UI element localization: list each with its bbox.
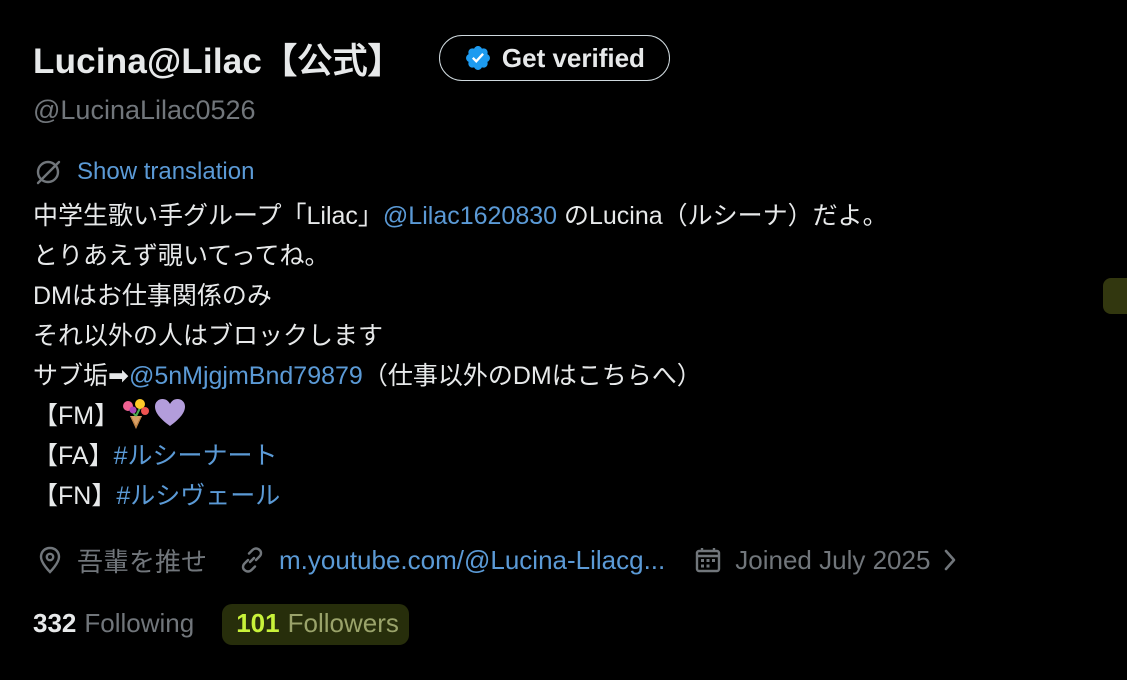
bio-line-6: 【FM】 xyxy=(33,396,1113,436)
translation-row: Show translation xyxy=(33,154,1113,190)
user-handle: @LucinaLilac0526 xyxy=(33,95,256,125)
show-translation-link[interactable]: Show translation xyxy=(77,158,254,186)
joined-date[interactable]: Joined July 2025 xyxy=(693,545,960,576)
hashtag-link[interactable]: #ルシーナート xyxy=(114,442,278,470)
translate-icon xyxy=(33,157,63,187)
followers-count: 101 xyxy=(236,607,280,638)
profile-meta: 吾輩を推せ m.youtube.com/@Lucina-Lilacg... Jo… xyxy=(35,540,960,580)
bio: 中学生歌い手グループ「Lilac」@Lilac1620830 のLucina（ル… xyxy=(33,196,1113,516)
bio-text: 中学生歌い手グループ「Lilac」 xyxy=(33,202,383,230)
hashtag-link[interactable]: #ルシヴェール xyxy=(116,482,280,510)
bio-text: 【FN】 xyxy=(33,482,117,510)
bio-text: のLucina（ルシーナ）だよ。 xyxy=(557,202,888,230)
following-label: Following xyxy=(84,607,195,638)
verified-badge-icon xyxy=(464,44,492,72)
bouquet-emoji xyxy=(119,396,153,430)
link-icon xyxy=(237,545,267,575)
bio-line-3: DMはお仕事関係のみ xyxy=(33,282,272,310)
following-stat[interactable]: 332 Following xyxy=(33,608,194,639)
followers-stat[interactable]: 101 Followers xyxy=(222,603,409,645)
bio-line-2: とりあえず覗いてってね。 xyxy=(33,242,330,270)
website[interactable]: m.youtube.com/@Lucina-Lilacg... xyxy=(237,545,665,576)
get-verified-button[interactable]: Get verified xyxy=(438,35,670,81)
purple-heart-emoji xyxy=(153,396,187,430)
following-count: 332 xyxy=(33,607,77,638)
get-verified-label: Get verified xyxy=(501,42,645,73)
bio-text: 【FM】 xyxy=(33,402,120,430)
bio-text: 【FA】 xyxy=(33,442,114,470)
calendar-icon xyxy=(693,545,723,575)
website-link[interactable]: m.youtube.com/@Lucina-Lilacg... xyxy=(279,545,665,576)
display-name: Lucina@Lilac【公式】 xyxy=(33,41,403,81)
followers-label: Followers xyxy=(287,607,399,638)
highlighter-mark xyxy=(1103,278,1127,314)
bio-text: （仕事以外のDMはこちらへ） xyxy=(362,362,702,390)
bio-line-5: サブ垢➡@5nMjgjmBnd79879（仕事以外のDMはこちらへ） xyxy=(33,356,1113,396)
joined-text: Joined July 2025 xyxy=(735,544,931,575)
mention-link[interactable]: @Lilac1620830 xyxy=(383,202,557,230)
bio-line-8: 【FN】#ルシヴェール xyxy=(33,476,1113,516)
mention-link[interactable]: @5nMjgjmBnd79879 xyxy=(129,362,363,390)
name-row: Lucina@Lilac【公式】 Get verified xyxy=(33,28,1113,88)
location: 吾輩を推せ xyxy=(35,542,207,579)
bio-line-4: それ以外の人はブロックします xyxy=(33,322,384,350)
follow-stats: 332 Following 101 Followers xyxy=(33,602,409,645)
location-text: 吾輩を推せ xyxy=(77,546,208,577)
bio-line-7: 【FA】#ルシーナート xyxy=(33,436,1113,476)
location-pin-icon xyxy=(35,545,65,575)
bio-text: サブ垢➡ xyxy=(33,362,129,390)
chevron-right-icon xyxy=(940,545,960,575)
bio-line-1: 中学生歌い手グループ「Lilac」@Lilac1620830 のLucina（ル… xyxy=(33,196,1113,236)
profile-header: Lucina@Lilac【公式】 Get verified @LucinaLil… xyxy=(33,28,1113,516)
